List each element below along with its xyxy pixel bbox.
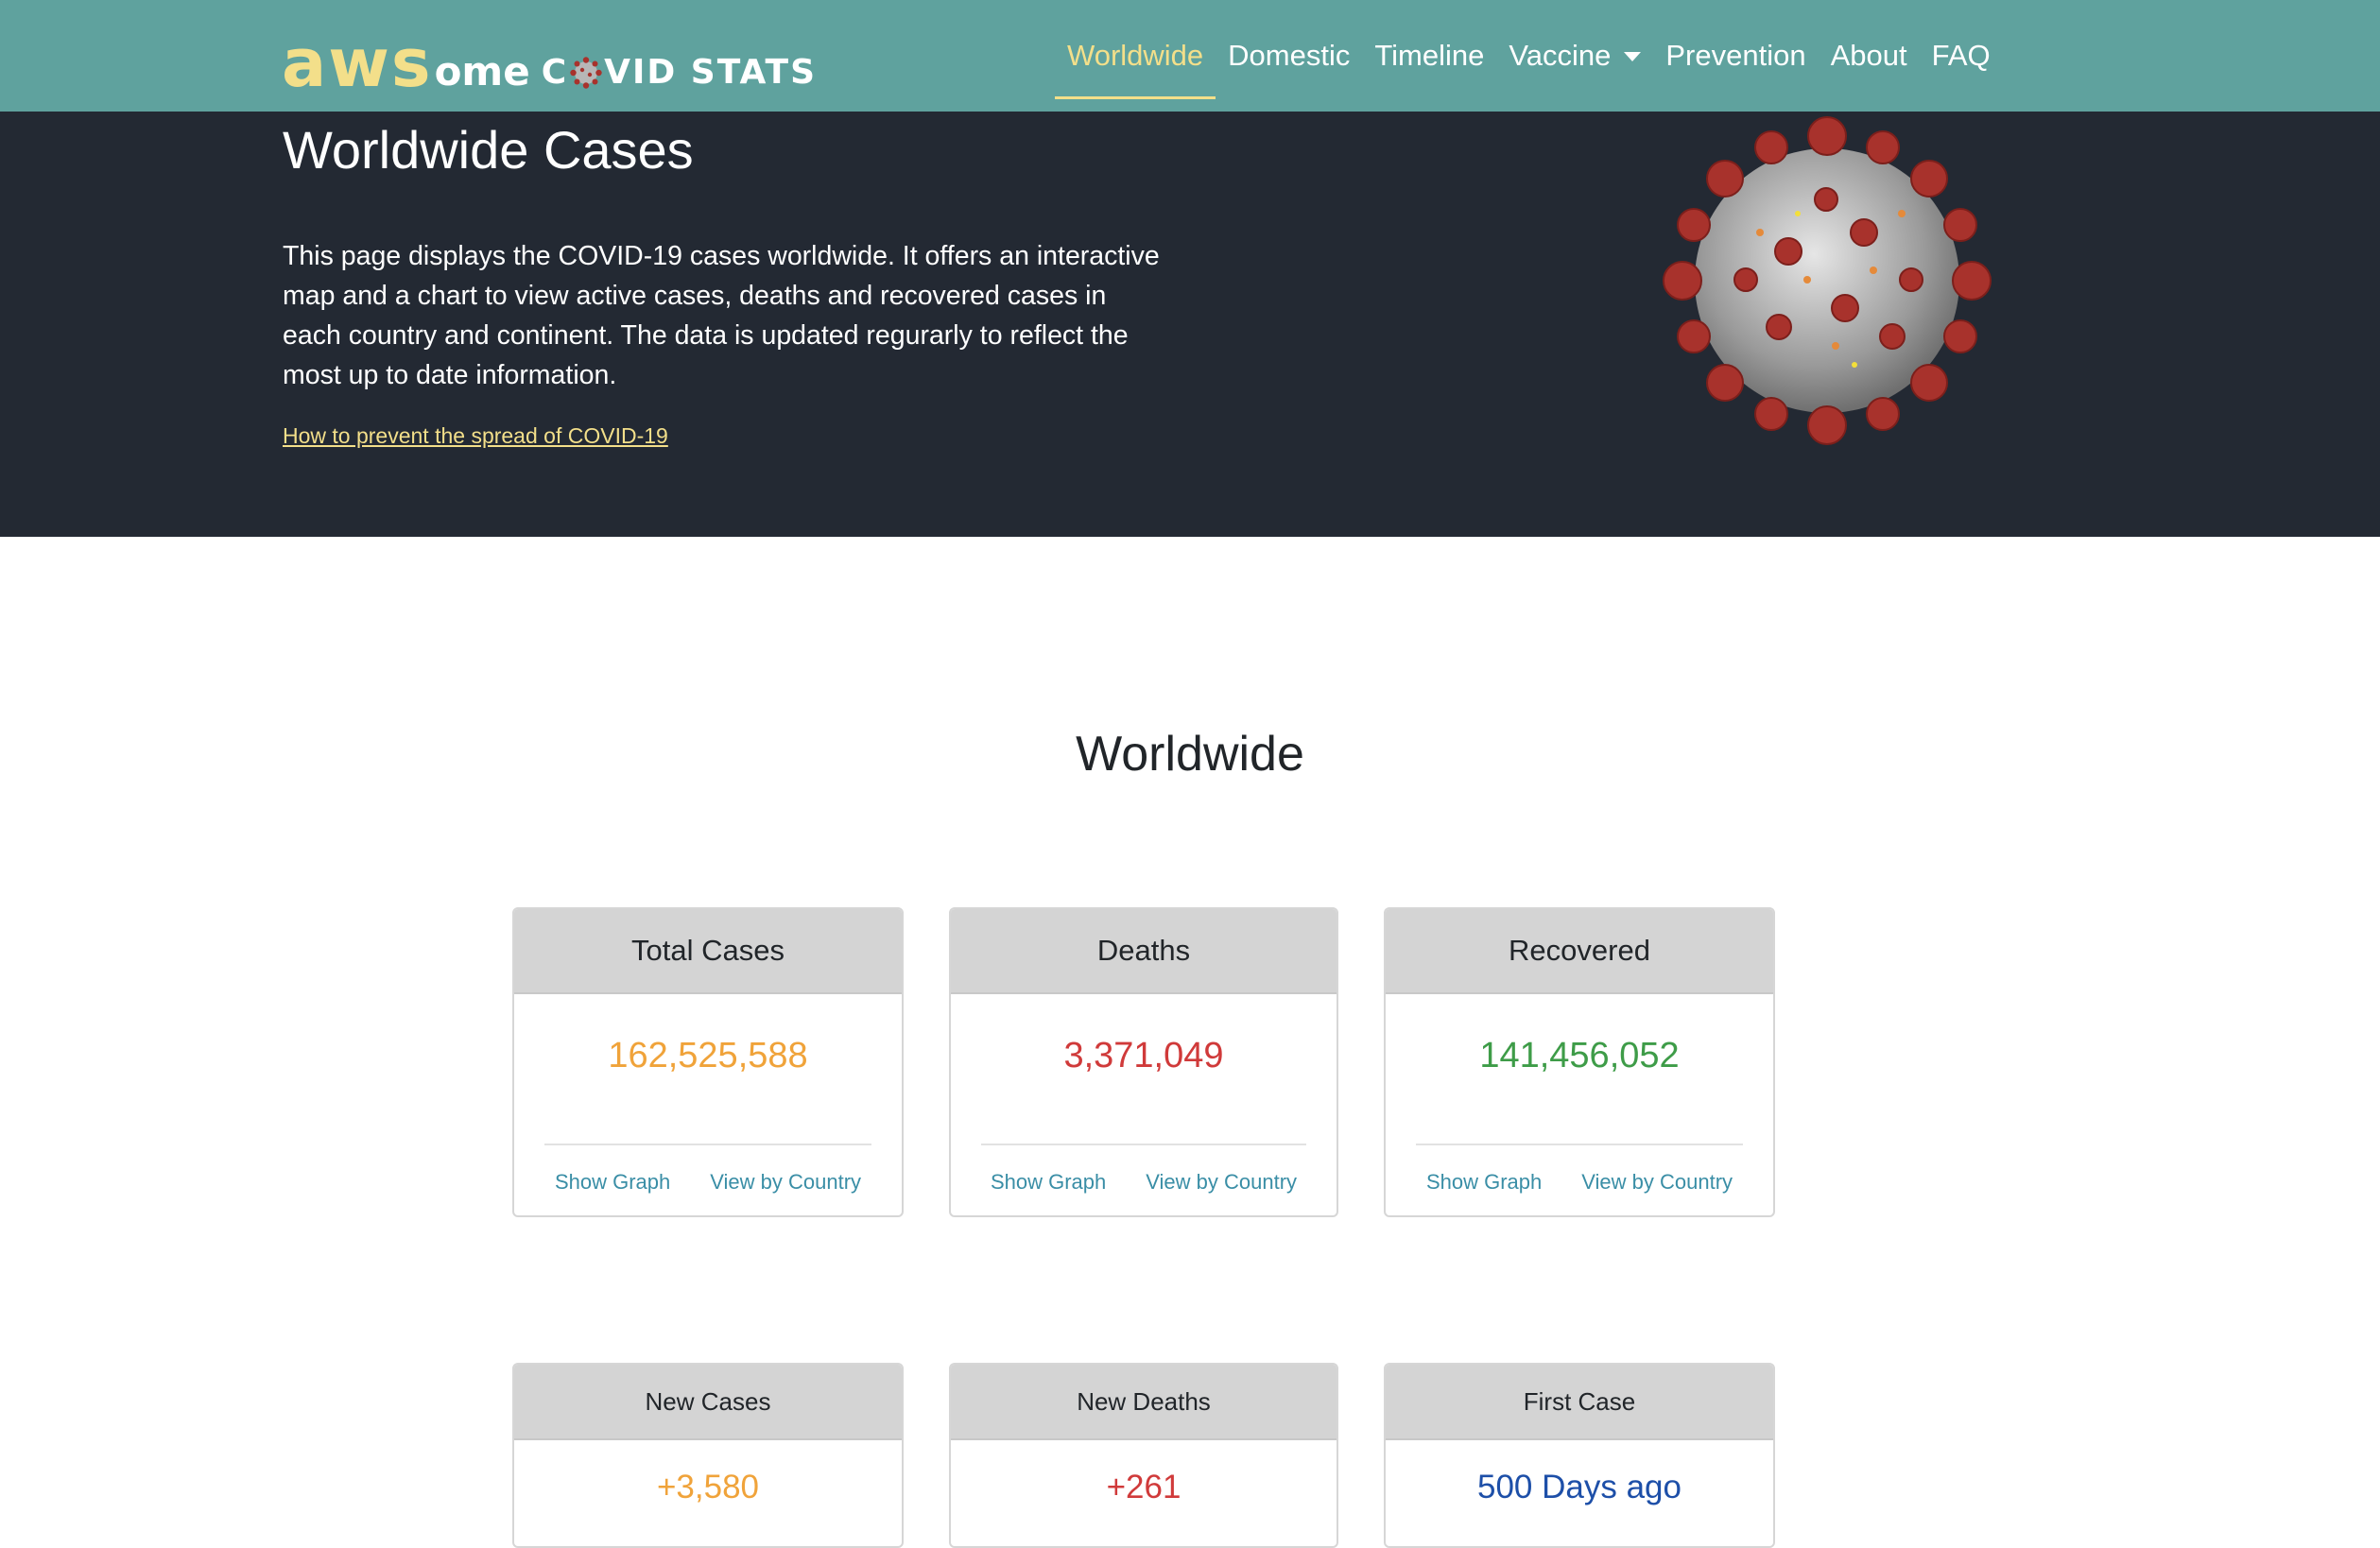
nav-timeline[interactable]: Timeline [1362, 10, 1496, 101]
total-cases-card: Total Cases 162,525,588 Show Graph View … [512, 907, 904, 1217]
new-cases-card: New Cases +3,580 [512, 1363, 904, 1548]
nav-vaccine-dropdown[interactable]: Vaccine [1496, 10, 1653, 101]
brand-covid-stats: C VID STATS [542, 49, 817, 96]
deaths-card: Deaths 3,371,049 Show Graph View by Coun… [949, 907, 1338, 1217]
nav-worldwide[interactable]: Worldwide [1055, 10, 1216, 101]
card-title: Total Cases [514, 909, 902, 994]
card-title: New Cases [514, 1365, 902, 1440]
nav-domestic[interactable]: Domestic [1216, 10, 1362, 101]
section-title: Worldwide [1076, 727, 1304, 782]
deaths-value: 3,371,049 [1063, 1036, 1224, 1075]
page-title: Worldwide Cases [283, 120, 694, 180]
recovered-value: 141,456,052 [1479, 1036, 1680, 1075]
first-case-card: First Case 500 Days ago [1384, 1363, 1775, 1548]
new-cases-value: +3,580 [656, 1469, 760, 1505]
show-graph-link[interactable]: Show Graph [1426, 1170, 1542, 1195]
first-case-value: 500 Days ago [1477, 1469, 1682, 1505]
new-deaths-value: +261 [1106, 1469, 1181, 1505]
chevron-down-icon [1624, 52, 1642, 61]
view-by-country-link[interactable]: View by Country [1581, 1170, 1733, 1195]
card-title: Deaths [951, 909, 1337, 994]
hero-section: Worldwide Cases This page displays the C… [0, 112, 2380, 537]
main-nav: Worldwide Domestic Timeline Vaccine Prev… [1055, 0, 2003, 112]
card-title: First Case [1386, 1365, 1773, 1440]
total-cases-value: 162,525,588 [608, 1036, 808, 1075]
coronavirus-image [1663, 116, 1992, 445]
nav-about[interactable]: About [1819, 10, 1920, 101]
brand-logo[interactable]: aws ome C VID STATS [282, 11, 817, 96]
prevention-link[interactable]: How to prevent the spread of COVID-19 [283, 423, 668, 449]
brand-aws: aws [282, 25, 433, 102]
brand-c: C [541, 53, 569, 92]
recovered-card: Recovered 141,456,052 Show Graph View by… [1384, 907, 1775, 1217]
nav-faq[interactable]: FAQ [1920, 10, 2003, 101]
brand-vid-stats: VID STATS [604, 53, 818, 92]
card-title: Recovered [1386, 909, 1773, 994]
brand-ome: ome [434, 48, 530, 95]
show-graph-link[interactable]: Show Graph [991, 1170, 1106, 1195]
nav-vaccine-label: Vaccine [1509, 39, 1612, 72]
navbar: aws ome C VID STATS Worldwide Domestic T… [0, 0, 2380, 112]
page-description: This page displays the COVID-19 cases wo… [283, 241, 1160, 390]
view-by-country-link[interactable]: View by Country [1146, 1170, 1297, 1195]
show-graph-link[interactable]: Show Graph [555, 1170, 670, 1195]
view-by-country-link[interactable]: View by Country [710, 1170, 861, 1195]
new-deaths-card: New Deaths +261 [949, 1363, 1338, 1548]
card-title: New Deaths [951, 1365, 1337, 1440]
virus-icon [570, 57, 602, 89]
nav-prevention[interactable]: Prevention [1653, 10, 1818, 101]
